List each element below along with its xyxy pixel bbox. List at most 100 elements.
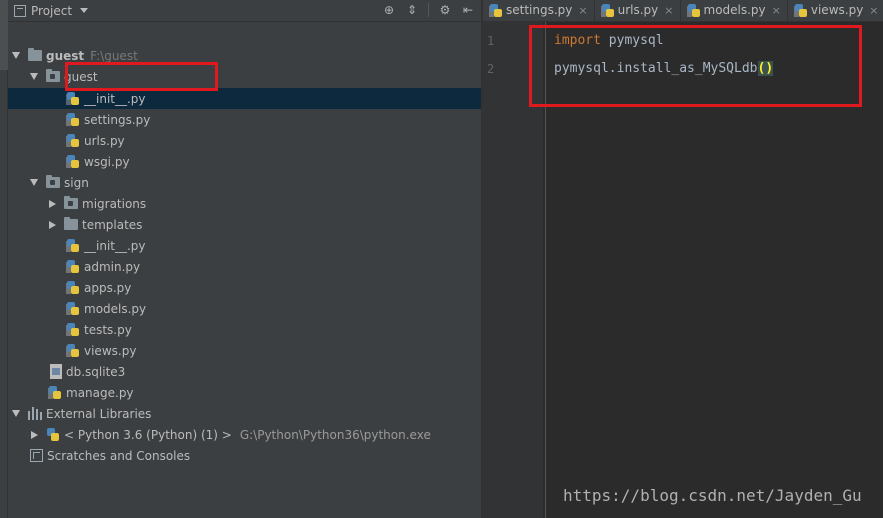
close-icon[interactable]: × (869, 4, 878, 17)
tree-item-label: __init__.py (84, 238, 146, 253)
python-file-icon (66, 322, 80, 337)
tree-item-label: Scratches and Consoles (47, 448, 191, 463)
tree-item-label: models.py (84, 301, 147, 316)
project-panel: Project ⊕ ⇕ ⚙ ⇤ guest F:\guest guest __i… (8, 0, 481, 518)
tree-item-wsgi-py[interactable]: wsgi.py (8, 151, 481, 172)
tab-urls-py[interactable]: urls.py × (595, 0, 681, 21)
project-icon (14, 4, 26, 17)
panel-toolbar: ⊕ ⇕ ⚙ ⇤ (382, 3, 475, 17)
tab-label: settings.py (506, 3, 573, 17)
chevron-down-icon[interactable] (80, 8, 89, 13)
project-tool-tab[interactable] (0, 0, 8, 70)
tree-item-apps-py[interactable]: apps.py (8, 277, 481, 298)
tree-item-admin-py[interactable]: admin.py (8, 256, 481, 277)
close-icon[interactable]: × (578, 4, 587, 17)
tree-item-views-py[interactable]: views.py (8, 340, 481, 361)
watermark: https://blog.csdn.net/Jayden_Gu (563, 486, 862, 505)
python-file-icon (489, 3, 503, 18)
tab-label: views.py (810, 3, 864, 17)
code-editor: settings.py × urls.py × models.py × view… (483, 0, 883, 518)
tree-item-label: External Libraries (46, 406, 152, 421)
tree-item-migrations[interactable]: migrations (8, 193, 481, 214)
tree-item-tests-py[interactable]: tests.py (8, 319, 481, 340)
tree-item-label: apps.py (84, 280, 132, 295)
tree-item-sign-init-py[interactable]: __init__.py (8, 235, 481, 256)
tree-item-label: templates (82, 217, 143, 232)
tree-item-label: < Python 3.6 (Python) (1) > (64, 427, 232, 442)
toolbar-separator (428, 3, 429, 17)
tree-item-templates[interactable]: templates (8, 214, 481, 235)
tree-item-manage-py[interactable]: manage.py (8, 382, 481, 403)
left-tool-strip (0, 0, 8, 518)
expand-arrow-icon[interactable] (12, 410, 20, 417)
expand-arrow-icon[interactable] (30, 73, 38, 80)
python-file-icon (66, 154, 80, 169)
expand-arrow-icon[interactable] (12, 52, 20, 59)
line-number: 1 (487, 34, 495, 48)
tree-item-label: tests.py (84, 322, 132, 337)
tab-settings-py[interactable]: settings.py × (483, 0, 595, 21)
python-file-icon (66, 280, 80, 295)
tree-item-label: settings.py (84, 112, 151, 127)
database-file-icon (50, 364, 62, 379)
tree-item-models-py[interactable]: models.py (8, 298, 481, 319)
line-number: 2 (487, 62, 495, 76)
tree-item-label: guest (46, 48, 85, 63)
editor-tabs: settings.py × urls.py × models.py × view… (483, 0, 883, 22)
python-file-icon (48, 385, 62, 400)
close-icon[interactable]: × (664, 4, 673, 17)
python-file-icon (66, 112, 80, 127)
python-sdk-icon (46, 427, 60, 442)
project-panel-header: Project ⊕ ⇕ ⚙ ⇤ (8, 0, 481, 22)
python-file-icon (600, 3, 615, 18)
tree-item-label: urls.py (84, 133, 125, 148)
tree-item-label: admin.py (84, 259, 141, 274)
tree-item-path: F:\guest (90, 48, 138, 63)
tree-item-urls-py[interactable]: urls.py (8, 130, 481, 151)
tab-label: urls.py (617, 3, 659, 17)
tree-item-label: manage.py (66, 385, 134, 400)
tab-label: models.py (703, 3, 766, 17)
tree-item-sign[interactable]: sign (8, 172, 481, 193)
folder-icon (28, 48, 42, 61)
expand-arrow-icon[interactable] (30, 179, 38, 186)
package-folder-icon (64, 196, 78, 209)
close-icon[interactable]: × (772, 4, 781, 17)
tree-item-label: __init__.py (84, 91, 146, 106)
tree-item-init-py-selected[interactable]: __init__.py (8, 88, 481, 109)
python-file-icon (66, 343, 80, 358)
tree-item-path: G:\Python\Python36\python.exe (239, 427, 431, 442)
tab-models-py[interactable]: models.py × (681, 0, 788, 21)
folder-icon (64, 217, 78, 230)
tree-item-db-sqlite3[interactable]: db.sqlite3 (8, 361, 481, 382)
tree-item-scratches[interactable]: Scratches and Consoles (8, 445, 481, 466)
collapsed-arrow-icon[interactable] (49, 220, 56, 229)
python-file-icon (686, 3, 701, 18)
tree-item-settings-py[interactable]: settings.py (8, 109, 481, 130)
tree-item-python-sdk[interactable]: < Python 3.6 (Python) (1) > G:\Python\Py… (8, 424, 481, 445)
highlight-box-code (529, 25, 862, 107)
highlight-box-init (65, 62, 218, 91)
python-file-icon (66, 301, 80, 316)
tree-item-label: sign (64, 175, 89, 190)
hide-panel-icon[interactable]: ⇤ (461, 3, 475, 17)
package-folder-icon (46, 69, 60, 82)
tree-item-label: wsgi.py (84, 154, 130, 169)
python-file-icon (66, 259, 80, 274)
panel-title[interactable]: Project (31, 4, 72, 18)
collapse-all-icon[interactable]: ⇕ (405, 3, 419, 17)
scratches-icon (30, 449, 43, 462)
tree-item-label: views.py (84, 343, 137, 358)
tree-item-external-libraries[interactable]: External Libraries (8, 403, 481, 424)
tree-item-label: db.sqlite3 (66, 364, 126, 379)
gear-icon[interactable]: ⚙ (438, 3, 452, 17)
library-icon (28, 407, 42, 420)
collapsed-arrow-icon[interactable] (49, 199, 56, 208)
tree-item-label: migrations (82, 196, 147, 211)
collapsed-arrow-icon[interactable] (31, 430, 38, 439)
python-file-icon (66, 133, 80, 148)
tab-views-py[interactable]: views.py × (788, 0, 883, 21)
python-file-icon (66, 238, 80, 253)
locate-icon[interactable]: ⊕ (382, 3, 396, 17)
python-file-icon (793, 3, 808, 18)
